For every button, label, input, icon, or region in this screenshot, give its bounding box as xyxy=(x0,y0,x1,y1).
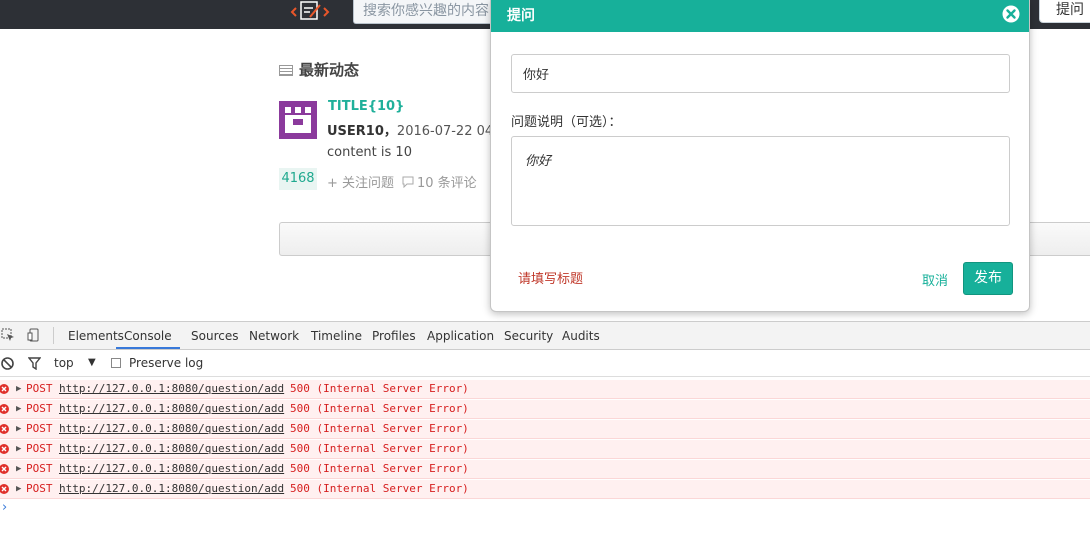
error-icon xyxy=(0,404,9,414)
list-icon xyxy=(279,65,293,76)
log-url-link[interactable]: http://127.0.0.1:8080/question/add xyxy=(59,400,284,418)
preserve-log-checkbox[interactable] xyxy=(111,358,121,368)
question-title-link[interactable]: TITLE{10} xyxy=(328,99,404,114)
log-status: 500 (Internal Server Error) xyxy=(290,482,469,495)
console-error-row: ▶ POST http://127.0.0.1:8080/question/ad… xyxy=(0,400,1090,419)
search-input[interactable]: 搜索你感兴趣的内容 xyxy=(353,0,493,24)
clear-console-icon[interactable] xyxy=(1,357,14,370)
devtools-tab-bar: Elements Console Sources Network Timelin… xyxy=(0,322,1090,350)
log-status: 500 (Internal Server Error) xyxy=(290,442,469,455)
expand-arrow-icon[interactable]: ▶ xyxy=(16,480,21,498)
log-method: POST xyxy=(26,402,53,415)
log-status: 500 (Internal Server Error) xyxy=(290,422,469,435)
close-icon[interactable] xyxy=(1001,4,1021,24)
tab-network[interactable]: Network xyxy=(249,329,299,343)
publish-button[interactable]: 发布 xyxy=(963,262,1013,295)
comments-link[interactable]: 10 条评论 xyxy=(402,172,477,191)
log-url-link[interactable]: http://127.0.0.1:8080/question/add xyxy=(59,480,284,498)
log-method: POST xyxy=(26,482,53,495)
console-prompt[interactable]: › xyxy=(2,500,7,515)
log-method: POST xyxy=(26,442,53,455)
tab-separator xyxy=(53,327,54,344)
filter-icon[interactable] xyxy=(28,357,41,370)
dropdown-arrow-icon[interactable]: ▼ xyxy=(88,357,96,368)
meta-separator: ， xyxy=(383,124,397,139)
description-label: 问题说明（可选）： xyxy=(511,115,622,130)
error-message: 请填写标题 xyxy=(518,272,584,287)
tab-application[interactable]: Application xyxy=(427,329,494,343)
context-selector[interactable]: top xyxy=(54,356,74,370)
log-status: 500 (Internal Server Error) xyxy=(290,402,469,415)
expand-arrow-icon[interactable]: ▶ xyxy=(16,400,21,418)
log-method: POST xyxy=(26,382,53,395)
section-title-label: 最新动态 xyxy=(299,61,360,79)
log-status: 500 (Internal Server Error) xyxy=(290,462,469,475)
expand-arrow-icon[interactable]: ▶ xyxy=(16,380,21,398)
comment-icon xyxy=(402,176,414,189)
vote-count-badge[interactable]: 4168 xyxy=(279,168,317,190)
console-toolbar: top ▼ Preserve log xyxy=(0,350,1090,377)
console-error-row: ▶ POST http://127.0.0.1:8080/question/ad… xyxy=(0,480,1090,499)
error-icon xyxy=(0,484,9,494)
modal-header: 提问 xyxy=(491,0,1029,32)
cancel-button[interactable]: 取消 xyxy=(922,270,948,289)
console-error-row: ▶ POST http://127.0.0.1:8080/question/ad… xyxy=(0,380,1090,399)
console-error-row: ▶ POST http://127.0.0.1:8080/question/ad… xyxy=(0,420,1090,439)
ask-question-modal: 提问 问题说明（可选）： 你好 请填写标题 取消 发布 xyxy=(490,0,1030,312)
tab-audits[interactable]: Audits xyxy=(562,329,600,343)
question-meta: USER10，2016-07-22 04:38 xyxy=(327,120,514,139)
log-status: 500 (Internal Server Error) xyxy=(290,382,469,395)
description-textarea[interactable]: 你好 xyxy=(511,136,1010,226)
ask-question-button[interactable]: 提问 xyxy=(1039,0,1090,23)
logo-icon[interactable] xyxy=(290,0,330,22)
tab-profiles[interactable]: Profiles xyxy=(372,329,416,343)
user-name-link[interactable]: USER10 xyxy=(327,124,384,139)
section-title: 最新动态 xyxy=(279,59,359,80)
console-error-row: ▶ POST http://127.0.0.1:8080/question/ad… xyxy=(0,440,1090,459)
follow-question-link[interactable]: + 关注问题 xyxy=(327,172,394,191)
error-icon xyxy=(0,464,9,474)
tab-timeline[interactable]: Timeline xyxy=(311,329,362,343)
modal-title: 提问 xyxy=(507,8,535,24)
error-icon xyxy=(0,384,9,394)
inspect-element-icon[interactable] xyxy=(1,328,15,342)
log-url-link[interactable]: http://127.0.0.1:8080/question/add xyxy=(59,380,284,398)
console-error-row: ▶ POST http://127.0.0.1:8080/question/ad… xyxy=(0,460,1090,479)
question-content: content is 10 xyxy=(327,145,412,160)
tab-security[interactable]: Security xyxy=(504,329,553,343)
device-mode-icon[interactable] xyxy=(27,328,41,342)
log-url-link[interactable]: http://127.0.0.1:8080/question/add xyxy=(59,420,284,438)
log-url-link[interactable]: http://127.0.0.1:8080/question/add xyxy=(59,460,284,478)
tab-console[interactable]: Console xyxy=(116,329,180,349)
error-icon xyxy=(0,424,9,434)
expand-arrow-icon[interactable]: ▶ xyxy=(16,420,21,438)
avatar[interactable] xyxy=(279,101,317,139)
log-method: POST xyxy=(26,462,53,475)
question-title-input[interactable] xyxy=(511,54,1010,93)
expand-arrow-icon[interactable]: ▶ xyxy=(16,460,21,478)
log-method: POST xyxy=(26,422,53,435)
devtools-panel: Elements Console Sources Network Timelin… xyxy=(0,321,1090,538)
error-icon xyxy=(0,444,9,454)
preserve-log-label: Preserve log xyxy=(129,356,204,370)
comments-label: 10 条评论 xyxy=(417,176,477,191)
tab-sources[interactable]: Sources xyxy=(191,329,238,343)
log-url-link[interactable]: http://127.0.0.1:8080/question/add xyxy=(59,440,284,458)
expand-arrow-icon[interactable]: ▶ xyxy=(16,440,21,458)
